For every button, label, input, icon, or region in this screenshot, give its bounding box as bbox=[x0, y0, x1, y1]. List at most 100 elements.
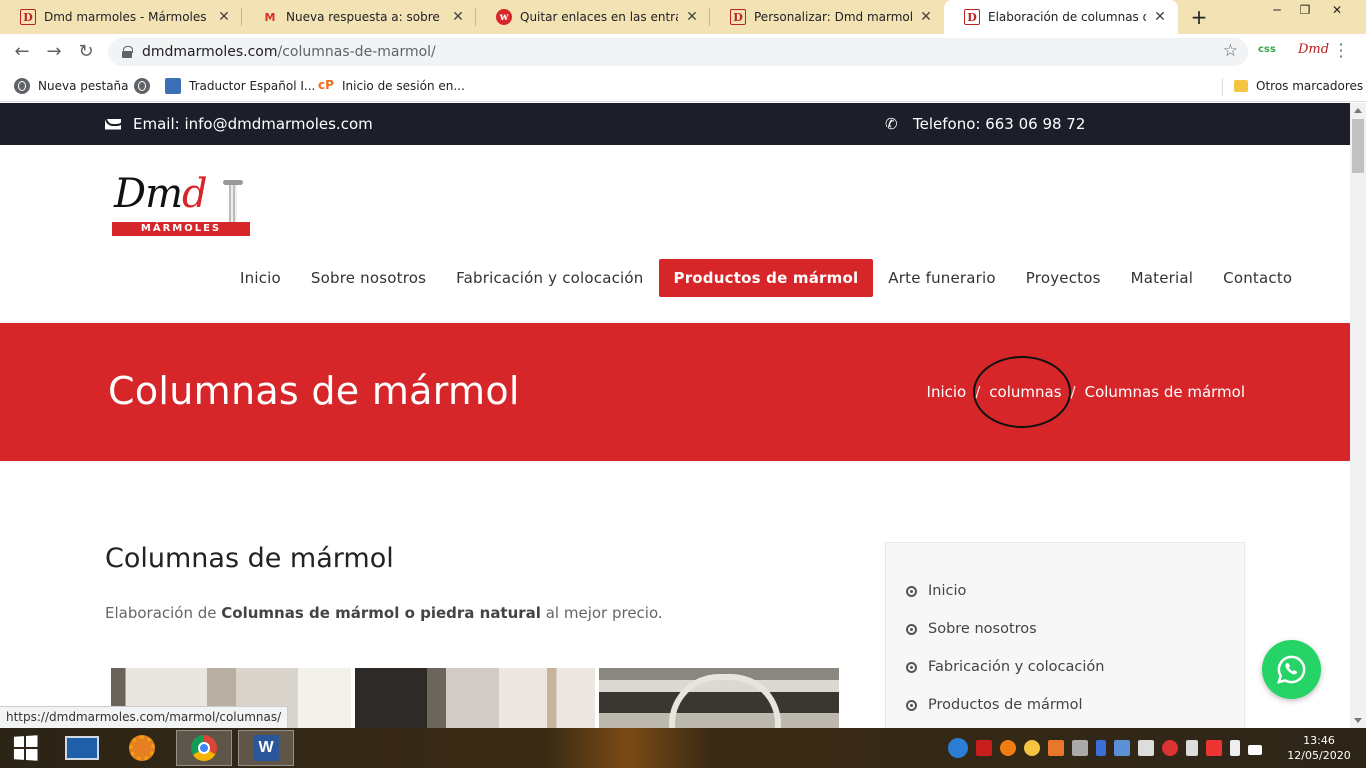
sidebar-item-label: Sobre nosotros bbox=[928, 621, 1037, 637]
nav-inicio[interactable]: Inicio bbox=[225, 259, 296, 297]
nav-contacto[interactable]: Contacto bbox=[1208, 259, 1307, 297]
breadcrumb-columnas[interactable]: columnas bbox=[973, 356, 1072, 428]
sidebar-item-inicio[interactable]: Inicio bbox=[906, 583, 966, 599]
wordpress-icon: w bbox=[496, 9, 512, 25]
network-device-icon[interactable] bbox=[1072, 740, 1088, 756]
bookmark-item[interactable] bbox=[134, 76, 158, 96]
browser-tab[interactable]: M Nueva respuesta a: sobre el colo ✕ bbox=[242, 0, 476, 34]
settings-icon bbox=[129, 735, 155, 761]
bookmark-item[interactable]: Nueva pestaña bbox=[14, 76, 129, 96]
main-nav: Inicio Sobre nosotros Fabricación y colo… bbox=[225, 259, 1307, 297]
bookmark-label: Inicio de sesión en... bbox=[342, 79, 465, 93]
close-tab-icon[interactable]: ✕ bbox=[684, 9, 700, 25]
browser-tab-active[interactable]: D Elaboración de columnas de má ✕ bbox=[944, 0, 1178, 34]
css-extension-icon[interactable]: css bbox=[1258, 44, 1276, 55]
whatsapp-button[interactable] bbox=[1262, 640, 1321, 699]
other-bookmarks[interactable]: Otros marcadores bbox=[1234, 76, 1363, 96]
bookmark-label: Nueva pestaña bbox=[38, 79, 129, 93]
acrobat-icon[interactable] bbox=[976, 740, 992, 756]
folder-icon bbox=[1234, 80, 1248, 92]
close-tab-icon[interactable]: ✕ bbox=[216, 9, 232, 25]
bluetooth-icon[interactable] bbox=[1096, 740, 1106, 756]
word-icon: W bbox=[253, 735, 279, 761]
antivirus-icon[interactable] bbox=[1162, 740, 1178, 756]
chrome-menu-icon[interactable]: · · · bbox=[1336, 37, 1346, 65]
gallery-image[interactable] bbox=[599, 668, 839, 728]
help-icon[interactable] bbox=[948, 738, 968, 758]
avast-icon[interactable] bbox=[1000, 740, 1016, 756]
whatsapp-icon bbox=[1277, 655, 1306, 684]
nav-fabricacion[interactable]: Fabricación y colocación bbox=[441, 259, 658, 297]
scroll-up-icon[interactable] bbox=[1354, 108, 1362, 113]
bookmark-star-icon[interactable]: ☆ bbox=[1223, 41, 1238, 61]
settings-app[interactable] bbox=[114, 730, 170, 766]
back-icon[interactable]: ← bbox=[10, 40, 34, 64]
cp-icon: cP bbox=[318, 78, 334, 92]
browser-tab[interactable]: D Dmd marmoles - Mármoles bien ✕ bbox=[0, 0, 242, 34]
lenovo-app[interactable] bbox=[54, 730, 110, 766]
nav-sobre-nosotros[interactable]: Sobre nosotros bbox=[296, 259, 441, 297]
dmd-icon: D bbox=[964, 9, 980, 25]
bookmark-item[interactable]: Traductor Español I... bbox=[165, 76, 315, 96]
battery-icon[interactable] bbox=[1230, 740, 1240, 756]
topbar-phone[interactable]: ✆ Telefono: 663 06 98 72 bbox=[885, 115, 1085, 133]
tab-title: Elaboración de columnas de má bbox=[988, 10, 1146, 24]
gallery-image[interactable] bbox=[355, 668, 595, 728]
sidebar-item-productos[interactable]: Productos de mármol bbox=[906, 697, 1083, 713]
bookmark-item[interactable]: cP Inicio de sesión en... bbox=[318, 76, 465, 96]
sidebar-item-fabricacion[interactable]: Fabricación y colocación bbox=[906, 659, 1104, 675]
close-tab-icon[interactable]: ✕ bbox=[918, 9, 934, 25]
breadcrumb-inicio[interactable]: Inicio bbox=[927, 383, 967, 401]
translator-icon bbox=[165, 78, 181, 94]
tab-title: Dmd marmoles - Mármoles bien bbox=[44, 10, 210, 24]
other-bookmarks-label: Otros marcadores bbox=[1256, 79, 1364, 93]
word-app[interactable]: W bbox=[238, 730, 294, 766]
bullet-icon bbox=[906, 623, 917, 635]
nav-proyectos[interactable]: Proyectos bbox=[1011, 259, 1116, 297]
close-window-icon[interactable]: ✕ bbox=[1322, 0, 1352, 22]
phone-text: Telefono: 663 06 98 72 bbox=[913, 115, 1086, 133]
sidebar-item-label: Productos de mármol bbox=[928, 697, 1083, 713]
app-tray-icon[interactable] bbox=[1048, 740, 1064, 756]
nav-material[interactable]: Material bbox=[1116, 259, 1209, 297]
tab-title: Quitar enlaces en las entradas – bbox=[520, 10, 678, 24]
emoji-icon[interactable] bbox=[1024, 740, 1040, 756]
close-tab-icon[interactable]: ✕ bbox=[1152, 9, 1168, 25]
scrollbar-thumb[interactable] bbox=[1352, 119, 1364, 173]
globe-icon bbox=[14, 78, 30, 94]
site-logo[interactable]: Dmd MÁRMOLES bbox=[112, 171, 252, 241]
restore-icon[interactable]: ❐ bbox=[1290, 0, 1320, 22]
page-scrollbar[interactable] bbox=[1350, 103, 1366, 728]
scroll-down-icon[interactable] bbox=[1354, 718, 1362, 723]
breadcrumb: Inicio / columnas / Columnas de mármol bbox=[927, 356, 1245, 428]
status-bar-url: https://dmdmarmoles.com/marmol/columnas/ bbox=[0, 706, 289, 728]
new-tab-button[interactable]: + bbox=[1186, 5, 1212, 29]
reload-icon[interactable]: ↻ bbox=[74, 40, 98, 64]
address-bar[interactable]: dmdmarmoles.com/columnas-de-marmol/ ☆ bbox=[108, 38, 1248, 66]
minimize-icon[interactable]: ─ bbox=[1262, 0, 1292, 22]
topbar-email[interactable]: Email: info@dmdmarmoles.com bbox=[105, 115, 373, 133]
windows-icon bbox=[13, 735, 38, 761]
url-domain: dmdmarmoles.com bbox=[142, 44, 278, 60]
chrome-app[interactable] bbox=[176, 730, 232, 766]
site-topbar: Email: info@dmdmarmoles.com ✆ Telefono: … bbox=[0, 103, 1350, 145]
flag-icon[interactable] bbox=[1206, 740, 1222, 756]
volume-icon[interactable] bbox=[1186, 740, 1198, 756]
clock-time: 13:46 bbox=[1303, 734, 1335, 747]
system-tray bbox=[948, 728, 1270, 768]
camera-icon[interactable] bbox=[1138, 740, 1154, 756]
browser-tab[interactable]: w Quitar enlaces en las entradas – ✕ bbox=[476, 0, 710, 34]
sidebar-item-sobre-nosotros[interactable]: Sobre nosotros bbox=[906, 621, 1037, 637]
wifi-icon[interactable] bbox=[1248, 745, 1262, 755]
browser-tab[interactable]: D Personalizar: Dmd marmoles - M ✕ bbox=[710, 0, 944, 34]
nav-productos-marmol[interactable]: Productos de mármol bbox=[658, 259, 874, 297]
nav-arte-funerario[interactable]: Arte funerario bbox=[873, 259, 1011, 297]
display-icon[interactable] bbox=[1114, 740, 1130, 756]
dmd-extension-icon[interactable]: Dmd bbox=[1298, 42, 1329, 57]
system-clock[interactable]: 13:46 12/05/2020 bbox=[1284, 733, 1354, 763]
lead-text-bold: Columnas de mármol o piedra natural bbox=[221, 604, 541, 622]
close-tab-icon[interactable]: ✕ bbox=[450, 9, 466, 25]
bookmark-label: Traductor Español I... bbox=[189, 79, 316, 93]
forward-icon[interactable]: → bbox=[42, 40, 66, 64]
start-button[interactable] bbox=[0, 730, 50, 766]
